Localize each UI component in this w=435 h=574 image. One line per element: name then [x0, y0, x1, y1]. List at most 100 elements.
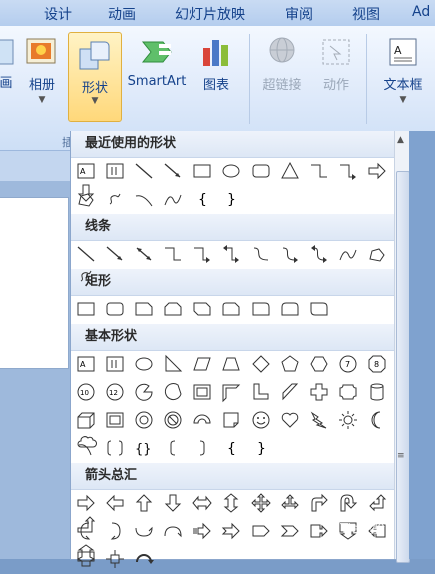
scrollbar-thumb[interactable]: [396, 171, 410, 563]
freeform-shape[interactable]: [75, 188, 97, 210]
u-turn-arrow-shape[interactable]: [337, 492, 359, 514]
bevel-shape[interactable]: [104, 409, 126, 431]
curved-double-arrow-shape[interactable]: [308, 243, 330, 265]
diagonal-stripe-shape[interactable]: [279, 381, 301, 403]
curved-arrow-connector-shape[interactable]: [279, 243, 301, 265]
slide-canvas[interactable]: [0, 197, 69, 369]
right-brace-shape[interactable]: }: [250, 437, 272, 459]
octagon-shape[interactable]: 8: [366, 353, 388, 375]
rectangle-shape[interactable]: [191, 160, 213, 182]
elbow-double-arrow-shape[interactable]: [220, 243, 242, 265]
double-bracket-shape[interactable]: [104, 437, 126, 459]
curved-right-arrow-shape[interactable]: [75, 520, 97, 542]
freeform-shape[interactable]: [366, 243, 388, 265]
right-arrow-callout-shape[interactable]: [308, 520, 330, 542]
folded-corner-shape[interactable]: [220, 409, 242, 431]
rounded-rectangle-shape[interactable]: [104, 298, 126, 320]
l-shape[interactable]: [250, 381, 272, 403]
vertical-text-box-shape[interactable]: [104, 353, 126, 375]
curved-left-arrow-shape[interactable]: [104, 520, 126, 542]
round-same-side-shape[interactable]: [279, 298, 301, 320]
right-brace-shape[interactable]: }: [220, 188, 242, 210]
round-diagonal-shape[interactable]: [308, 298, 330, 320]
sun-shape[interactable]: [337, 409, 359, 431]
diamond-shape[interactable]: [250, 353, 272, 375]
quad-arrow-shape[interactable]: [250, 492, 272, 514]
curve-shape[interactable]: [337, 243, 359, 265]
pentagon-shape[interactable]: [279, 353, 301, 375]
line-shape[interactable]: [75, 243, 97, 265]
bent-arrow-shape[interactable]: [308, 492, 330, 514]
notched-right-arrow-shape[interactable]: [220, 520, 242, 542]
arc-curve-shape[interactable]: [162, 188, 184, 210]
half-frame-shape[interactable]: [220, 381, 242, 403]
curved-down-arrow-shape[interactable]: [162, 520, 184, 542]
left-brace-shape[interactable]: {: [191, 188, 213, 210]
arrow-line-shape[interactable]: [104, 243, 126, 265]
curved-up-arrow-shape[interactable]: [133, 520, 155, 542]
pentagon-arrow-shape[interactable]: [250, 520, 272, 542]
left-bracket-shape[interactable]: [162, 437, 184, 459]
elbow-connector-shape[interactable]: [308, 160, 330, 182]
shapes-button[interactable]: 形状 ▼: [68, 32, 122, 122]
cube-shape[interactable]: [75, 409, 97, 431]
snip-diagonal-shape[interactable]: [191, 298, 213, 320]
tab-design[interactable]: 设计: [44, 4, 72, 24]
picture-button[interactable]: 画: [0, 36, 16, 91]
tab-view[interactable]: 视图: [352, 4, 380, 24]
double-arrow-line-shape[interactable]: [133, 243, 155, 265]
can-shape[interactable]: [366, 381, 388, 403]
block-arc-shape[interactable]: [191, 409, 213, 431]
arc-shape[interactable]: [75, 437, 97, 459]
left-right-arrow-callout-shape[interactable]: [75, 548, 97, 570]
chevron-shape[interactable]: [279, 520, 301, 542]
no-symbol-shape[interactable]: [162, 409, 184, 431]
text-box-shape[interactable]: A: [75, 160, 97, 182]
cross-shape[interactable]: [308, 381, 330, 403]
snip-round-shape[interactable]: [220, 298, 242, 320]
left-arrow-shape[interactable]: [104, 492, 126, 514]
left-right-up-arrow-shape[interactable]: [279, 492, 301, 514]
quad-arrow-callout-shape[interactable]: [104, 548, 126, 570]
decagon-shape[interactable]: 10: [75, 381, 97, 403]
striped-right-arrow-shape[interactable]: [191, 520, 213, 542]
textbox-button[interactable]: A 文本框 ▼: [376, 36, 430, 105]
right-bracket-shape[interactable]: [191, 437, 213, 459]
moon-shape[interactable]: [366, 409, 388, 431]
right-triangle-shape[interactable]: [162, 353, 184, 375]
plaque-shape[interactable]: [337, 381, 359, 403]
curved-connector-shape[interactable]: [250, 243, 272, 265]
smartart-button[interactable]: SmartArt: [124, 36, 190, 89]
oval-shape[interactable]: [133, 353, 155, 375]
scribble-shape[interactable]: [104, 188, 126, 210]
tab-animation[interactable]: 动画: [108, 4, 136, 24]
tab-review[interactable]: 审阅: [285, 4, 313, 24]
left-up-arrow-shape[interactable]: [366, 492, 388, 514]
scroll-up-icon[interactable]: ▲: [397, 135, 404, 145]
elbow-arrow-connector-shape[interactable]: [191, 243, 213, 265]
parallelogram-shape[interactable]: [191, 353, 213, 375]
tab-addins[interactable]: Ad: [412, 4, 430, 20]
snip-same-side-shape[interactable]: [162, 298, 184, 320]
rectangle-shape[interactable]: [75, 298, 97, 320]
lightning-bolt-shape[interactable]: [308, 409, 330, 431]
donut-shape[interactable]: [133, 409, 155, 431]
tab-slideshow[interactable]: 幻灯片放映: [175, 4, 245, 24]
triangle-shape[interactable]: [279, 160, 301, 182]
heart-shape[interactable]: [279, 409, 301, 431]
oval-shape[interactable]: [220, 160, 242, 182]
elbow-connector-shape[interactable]: [162, 243, 184, 265]
trapezoid-shape[interactable]: [220, 353, 242, 375]
photo-album-button[interactable]: 相册 ▼: [22, 36, 62, 105]
smiley-face-shape[interactable]: [250, 409, 272, 431]
dodecagon-shape[interactable]: 12: [104, 381, 126, 403]
gallery-scrollbar[interactable]: ▲ ≡: [394, 131, 410, 563]
double-brace-shape[interactable]: {}: [133, 437, 155, 459]
up-arrow-shape[interactable]: [133, 492, 155, 514]
right-arrow-shape[interactable]: [366, 160, 388, 182]
left-right-arrow-shape[interactable]: [191, 492, 213, 514]
chart-button[interactable]: 图表: [196, 36, 236, 93]
right-arrow-shape[interactable]: [75, 492, 97, 514]
rounded-rectangle-shape[interactable]: [250, 160, 272, 182]
left-brace-shape[interactable]: {: [220, 437, 242, 459]
